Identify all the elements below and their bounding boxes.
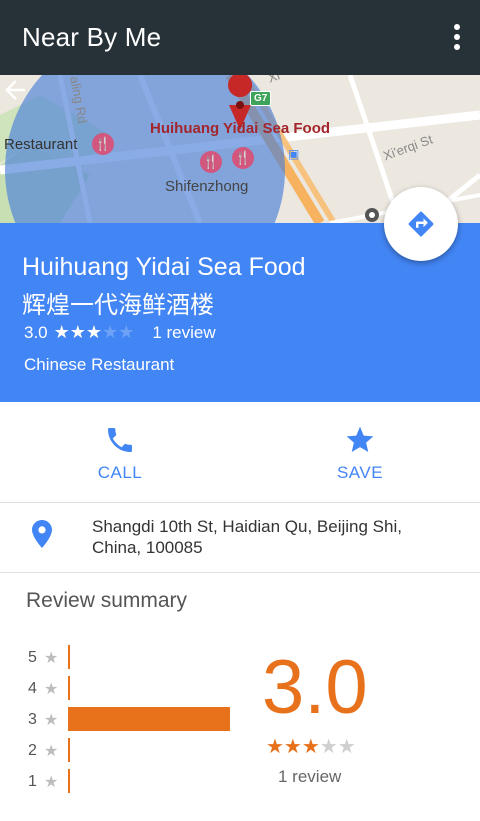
app-title: Near By Me bbox=[22, 22, 162, 52]
directions-button[interactable] bbox=[384, 187, 458, 261]
restaurant-poi-icon[interactable]: 🍴 bbox=[92, 133, 114, 155]
call-button[interactable]: CALL bbox=[0, 402, 240, 502]
address-row[interactable]: Shangdi 10th St, Haidian Qu, Beijing Shi… bbox=[0, 502, 480, 573]
star-icon: ★ bbox=[44, 712, 59, 729]
place-rating: 3.0 ★★★★★ 1 review bbox=[24, 322, 216, 343]
place-name-chinese: 辉煌一代海鲜酒楼 bbox=[22, 292, 214, 319]
restaurant-poi-icon[interactable]: 🍴 bbox=[232, 147, 254, 169]
map-label-restaurant: Restaurant bbox=[4, 136, 78, 153]
map-label-area: Shifenzhong bbox=[165, 178, 249, 195]
star-icon: ★ bbox=[44, 650, 59, 667]
histogram-row: 1 ★ bbox=[28, 769, 248, 800]
review-count-link[interactable]: 1 review bbox=[152, 323, 215, 343]
histogram-star-number: 4 bbox=[28, 680, 37, 697]
rating-stars-icon: ★★★★★ bbox=[53, 322, 135, 342]
review-summary: Review summary 5 ★ 4 ★ 3 ★ 2 ★ 1 ★ 3.0 ★★★★★ 1 re… bbox=[0, 572, 480, 821]
call-label: CALL bbox=[97, 463, 143, 482]
star-icon: ★ bbox=[44, 681, 59, 698]
restaurant-poi-icon[interactable]: 🍴 bbox=[200, 151, 222, 173]
histogram-axis bbox=[68, 738, 70, 762]
histogram-star-number: 5 bbox=[28, 649, 37, 666]
histogram-axis bbox=[68, 769, 70, 793]
directions-icon bbox=[408, 211, 434, 237]
histogram-star-number: 2 bbox=[28, 742, 37, 759]
save-button[interactable]: SAVE bbox=[240, 402, 480, 502]
location-pin-icon bbox=[32, 520, 52, 548]
average-rating: 3.0 bbox=[262, 645, 368, 730]
place-name-english: Huihuang Yidai Sea Food bbox=[22, 253, 306, 281]
more-vert-icon[interactable] bbox=[450, 24, 464, 50]
rating-histogram: 5 ★ 4 ★ 3 ★ 2 ★ 1 ★ bbox=[28, 645, 248, 800]
histogram-axis bbox=[68, 645, 70, 669]
action-row: CALL SAVE bbox=[0, 402, 480, 503]
histogram-star-number: 1 bbox=[28, 773, 37, 790]
map-label-selected-place: Huihuang Yidai Sea Food bbox=[150, 120, 331, 137]
histogram-row: 4 ★ bbox=[28, 676, 248, 707]
arrow-back-icon[interactable] bbox=[0, 75, 30, 105]
highway-shield: G7 bbox=[250, 91, 272, 106]
review-summary-title: Review summary bbox=[26, 589, 188, 612]
histogram-row: 2 ★ bbox=[28, 738, 248, 769]
histogram-row: 3 ★ bbox=[28, 707, 248, 738]
star-icon bbox=[346, 426, 374, 452]
average-review-count: 1 review bbox=[278, 767, 342, 786]
star-icon: ★ bbox=[44, 743, 59, 760]
app-bar: Near By Me bbox=[0, 0, 480, 75]
phone-icon bbox=[108, 428, 132, 452]
histogram-star-number: 3 bbox=[28, 711, 37, 728]
rating-value: 3.0 bbox=[24, 322, 48, 342]
average-stars-icon: ★★★★★ bbox=[266, 736, 356, 758]
transit-icon: ▣ bbox=[288, 147, 300, 161]
star-icon: ★ bbox=[44, 774, 59, 791]
place-category: Chinese Restaurant bbox=[24, 355, 175, 374]
save-label: SAVE bbox=[336, 463, 384, 482]
histogram-axis bbox=[68, 676, 70, 700]
histogram-row: 5 ★ bbox=[28, 645, 248, 676]
address-text: Shangdi 10th St, Haidian Qu, Beijing Shi… bbox=[92, 517, 402, 557]
histogram-bar bbox=[68, 707, 230, 731]
